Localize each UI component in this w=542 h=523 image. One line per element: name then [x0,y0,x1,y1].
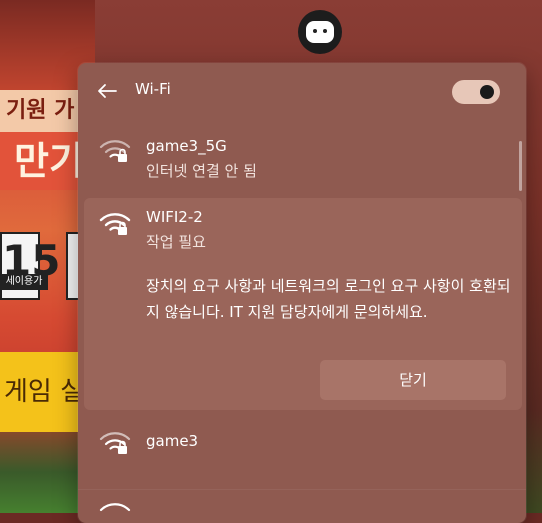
wifi-secured-icon [99,213,131,235]
mascot-app-icon[interactable] [298,10,342,54]
toggle-knob [480,85,494,99]
network-item[interactable]: game3 [78,415,526,471]
back-arrow-icon[interactable] [96,80,118,102]
background-banner-large: 만기 [0,132,78,190]
network-error-message: 장치의 요구 사항과 네트워크의 로그인 요구 사항이 호환되지 않습니다. I… [146,277,511,321]
network-name: game3 [146,432,199,450]
wifi-secured-icon [99,140,131,162]
wifi-title: Wi-Fi [135,80,171,98]
network-name: game3_5G [146,137,227,155]
wifi-secured-icon [99,432,131,454]
background-cta-button: 게임 실 [0,352,80,432]
close-button[interactable]: 닫기 [320,360,506,400]
network-item[interactable]: game3_5G 인터넷 연결 안 됨 [78,129,526,193]
background-banner: 기원 가 [0,90,80,132]
wifi-toggle[interactable] [452,80,500,104]
network-name: WIFI2-2 [146,208,203,226]
wifi-icon [99,503,131,512]
wifi-header: Wi-Fi [78,63,526,119]
network-status: 작업 필요 [146,233,206,251]
network-item-selected[interactable]: WIFI2-2 작업 필요 장치의 요구 사항과 네트워크의 로그인 요구 사항… [84,198,522,410]
network-status: 인터넷 연결 안 됨 [146,162,257,180]
age-rating-label: 세이용가 [0,274,48,290]
wifi-flyout: Wi-Fi game3_5G 인터넷 연결 안 됨 WIFI2-2 작업 필요 … [78,63,526,523]
network-item[interactable] [78,489,526,523]
